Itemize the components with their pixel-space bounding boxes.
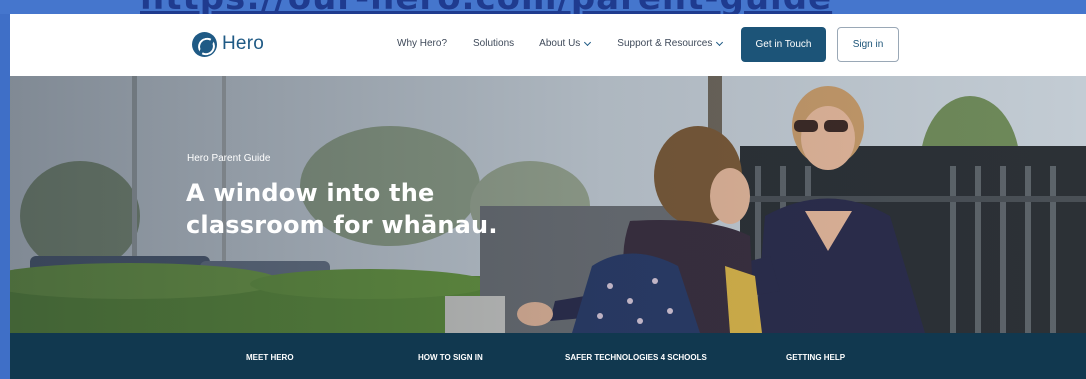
hero-eyebrow: Hero Parent Guide [187,153,271,164]
section-tab-bar: MEET HERO HOW TO SIGN IN SAFER TECHNOLOG… [10,333,1086,379]
logo-text: Hero [222,33,264,54]
hero-banner: Hero Parent Guide A window into the clas… [10,76,1086,333]
url-text[interactable]: https://our-hero.com/parent-guide [140,0,832,14]
tab-how-to-sign-in[interactable]: HOW TO SIGN IN [418,353,483,362]
hero-title-line-2: classroom for whānau. [186,211,498,239]
chevron-down-icon [716,38,724,46]
nav-item-why-hero[interactable]: Why Hero? [397,38,447,49]
hero-logo-icon [192,31,217,57]
tab-meet-hero[interactable]: MEET HERO [246,353,294,362]
nav-item-label: About Us [539,38,581,49]
nav-item-about-us[interactable]: About Us [539,38,592,49]
nav-item-support-resources[interactable]: Support & Resources [617,38,724,49]
nav-item-label: Why Hero? [397,38,448,49]
tab-getting-help[interactable]: GETTING HELP [786,353,845,362]
chevron-down-icon [584,38,592,46]
main-nav: Why Hero? Solutions About Us Support & R… [397,38,724,49]
nav-item-label: Solutions [473,38,515,49]
browser-url-strip: https://our-hero.com/parent-guide [0,0,1086,14]
hero-title-line-1: A window into the [186,179,435,207]
sign-in-button[interactable]: Sign in [837,27,899,62]
get-in-touch-button[interactable]: Get in Touch [741,27,826,62]
nav-item-label: Support & Resources [617,38,713,49]
hero-title: A window into the classroom for whānau. [186,177,566,241]
nav-item-solutions[interactable]: Solutions [473,38,514,49]
tab-safer-technologies[interactable]: SAFER TECHNOLOGIES 4 SCHOOLS [565,353,707,362]
hero-logo[interactable]: Hero [192,30,264,58]
site-header: Hero Why Hero? Solutions About Us Suppor… [10,14,1086,76]
web-page: Hero Why Hero? Solutions About Us Suppor… [10,14,1086,379]
